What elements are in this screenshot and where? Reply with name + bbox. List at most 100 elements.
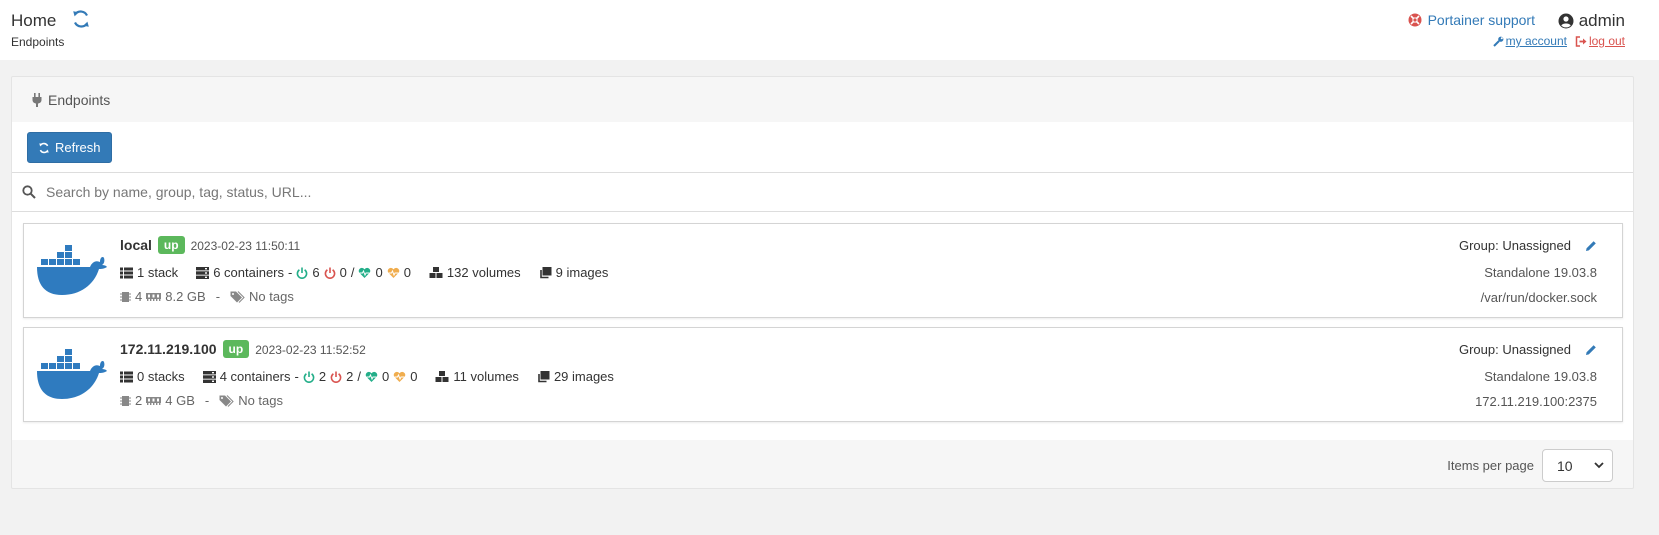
endpoint-type: Standalone 19.03.8 (1484, 369, 1597, 384)
tags-label: No tags (238, 393, 284, 408)
images-count: 9 images (555, 265, 609, 280)
list-icon (120, 371, 133, 382)
volumes-count: 11 volumes (453, 369, 519, 384)
username: admin (1578, 11, 1625, 30)
refresh-icon (39, 142, 49, 153)
edit-pencil-icon[interactable] (1585, 240, 1597, 252)
heartbeat-icon (359, 267, 371, 278)
memory-amount: 4 GB (165, 393, 195, 408)
endpoint-item-172-11-219-100[interactable]: 172.11.219.100 up 2023-02-23 11:52:52 0 st… (23, 327, 1623, 422)
my-account-link[interactable]: my account (1492, 34, 1567, 48)
widget-title: Endpoints (48, 91, 111, 108)
endpoint-name: 172.11.219.100 (120, 341, 217, 357)
page-title: Home (11, 11, 57, 30)
my-account-label: my account (1505, 34, 1567, 48)
running-count: 6 (312, 265, 320, 280)
endpoints-widget: Endpoints Refresh Search by name, group,… (11, 76, 1634, 489)
status-badge: up (157, 236, 185, 254)
chevron-down-icon (1594, 462, 1604, 469)
support-label: Portainer support (1427, 12, 1535, 28)
endpoint-group: Group: Unassigned (1459, 342, 1597, 357)
stopped-count: 2 (346, 369, 354, 384)
server-icon (196, 266, 210, 279)
cpu-icon (120, 291, 131, 302)
power-on-icon (303, 371, 315, 383)
user-circle-icon (1558, 13, 1574, 29)
images-count: 29 images (553, 369, 614, 384)
docker-logo-icon (37, 245, 107, 295)
plug-icon (32, 92, 42, 107)
memory-icon (146, 292, 162, 301)
endpoint-stats: 1 stack 6 containers - 6 0 / 0 0 132 vol… (120, 265, 608, 280)
portainer-support-link[interactable]: Portainer support (1408, 12, 1535, 28)
items-per-page-value: 10 (1557, 457, 1573, 474)
endpoint-name: local (120, 237, 152, 253)
running-count: 2 (318, 369, 327, 384)
endpoint-url: 172.11.219.100:2375 (1475, 394, 1597, 409)
unhealthy-count: 0 (410, 369, 418, 384)
pagination-controls: Items per page 10 (1447, 449, 1613, 482)
stacks-count: 0 stacks (137, 369, 185, 384)
tags-icon (219, 394, 234, 407)
healthy-count: 0 (375, 265, 383, 280)
log-out-link[interactable]: log out (1575, 34, 1625, 48)
healthy-count: 0 (381, 369, 390, 384)
containers-count: 6 containers (213, 265, 285, 280)
endpoint-resources: 4 8.2 GB - No tags (120, 289, 294, 304)
sign-out-icon (1575, 35, 1587, 47)
endpoint-stats: 0 stacks 4 containers - 2 2 / 0 0 11 vol… (120, 369, 614, 384)
stacks-count: 1 stack (137, 265, 179, 280)
heartbeat-unhealthy-icon (393, 371, 406, 382)
refresh-button[interactable]: Refresh (27, 132, 112, 163)
heartbeat-unhealthy-icon (387, 267, 399, 278)
search-input[interactable] (46, 184, 1546, 200)
heartbeat-icon (365, 371, 378, 382)
edit-pencil-icon[interactable] (1585, 344, 1597, 356)
user-menu: admin (1558, 11, 1625, 31)
endpoint-type: Standalone 19.03.8 (1484, 265, 1597, 280)
containers-count: 4 containers (219, 369, 291, 384)
endpoint-name-row: local up 2023-02-23 11:50:11 (120, 236, 300, 254)
search-bar (12, 172, 1633, 212)
status-badge: up (222, 340, 250, 358)
account-links: my account log out (1492, 34, 1625, 48)
power-off-icon (330, 371, 342, 383)
docker-logo-icon (37, 349, 107, 399)
widget-body: Refresh localup2023-02-23 11:50:11 (12, 122, 1633, 440)
search-icon (22, 185, 36, 199)
cpu-icon (120, 395, 131, 406)
unhealthy-count: 0 (403, 265, 411, 280)
clone-icon (538, 370, 550, 382)
log-out-label: log out (1588, 34, 1625, 48)
refresh-icon[interactable] (71, 9, 91, 29)
refresh-button-label: Refresh (55, 140, 101, 155)
tags-label: No tags (249, 289, 294, 304)
memory-icon (146, 396, 162, 405)
breadcrumb: Endpoints (11, 35, 65, 49)
power-on-icon (296, 267, 308, 279)
endpoint-url: /var/run/docker.sock (1480, 290, 1597, 305)
endpoint-timestamp: 2023-02-23 11:52:52 (255, 343, 366, 357)
server-icon (202, 370, 216, 383)
tags-icon (230, 290, 245, 303)
clone-icon (539, 266, 552, 278)
volumes-count: 132 volumes (446, 265, 521, 280)
endpoint-name-row: 172.11.219.100 up 2023-02-23 11:52:52 (120, 340, 366, 358)
memory-amount: 8.2 GB (165, 289, 206, 304)
support-icon (1408, 13, 1422, 27)
items-per-page-select[interactable]: 10 (1542, 449, 1613, 482)
endpoint-group: Group: Unassigned (1459, 238, 1597, 253)
group-label: Group: Unassigned (1458, 238, 1571, 253)
items-per-page-label: Items per page (1447, 458, 1534, 473)
stopped-count: 0 (339, 265, 347, 280)
cubes-icon (429, 266, 443, 278)
list-icon (120, 267, 133, 278)
page-header: Home Endpoints Portainer support admin m… (0, 0, 1659, 60)
cpu-count: 2 (135, 393, 143, 408)
wrench-icon (1492, 36, 1504, 47)
group-label: Group: Unassigned (1458, 342, 1571, 357)
endpoint-item-local[interactable]: local up 2023-02-23 11:50:11 1 stack 6 con… (23, 223, 1623, 318)
power-off-icon (324, 267, 335, 279)
endpoint-resources: 2 4 GB - No tags (120, 393, 283, 408)
widget-header: Endpoints (12, 77, 1633, 122)
